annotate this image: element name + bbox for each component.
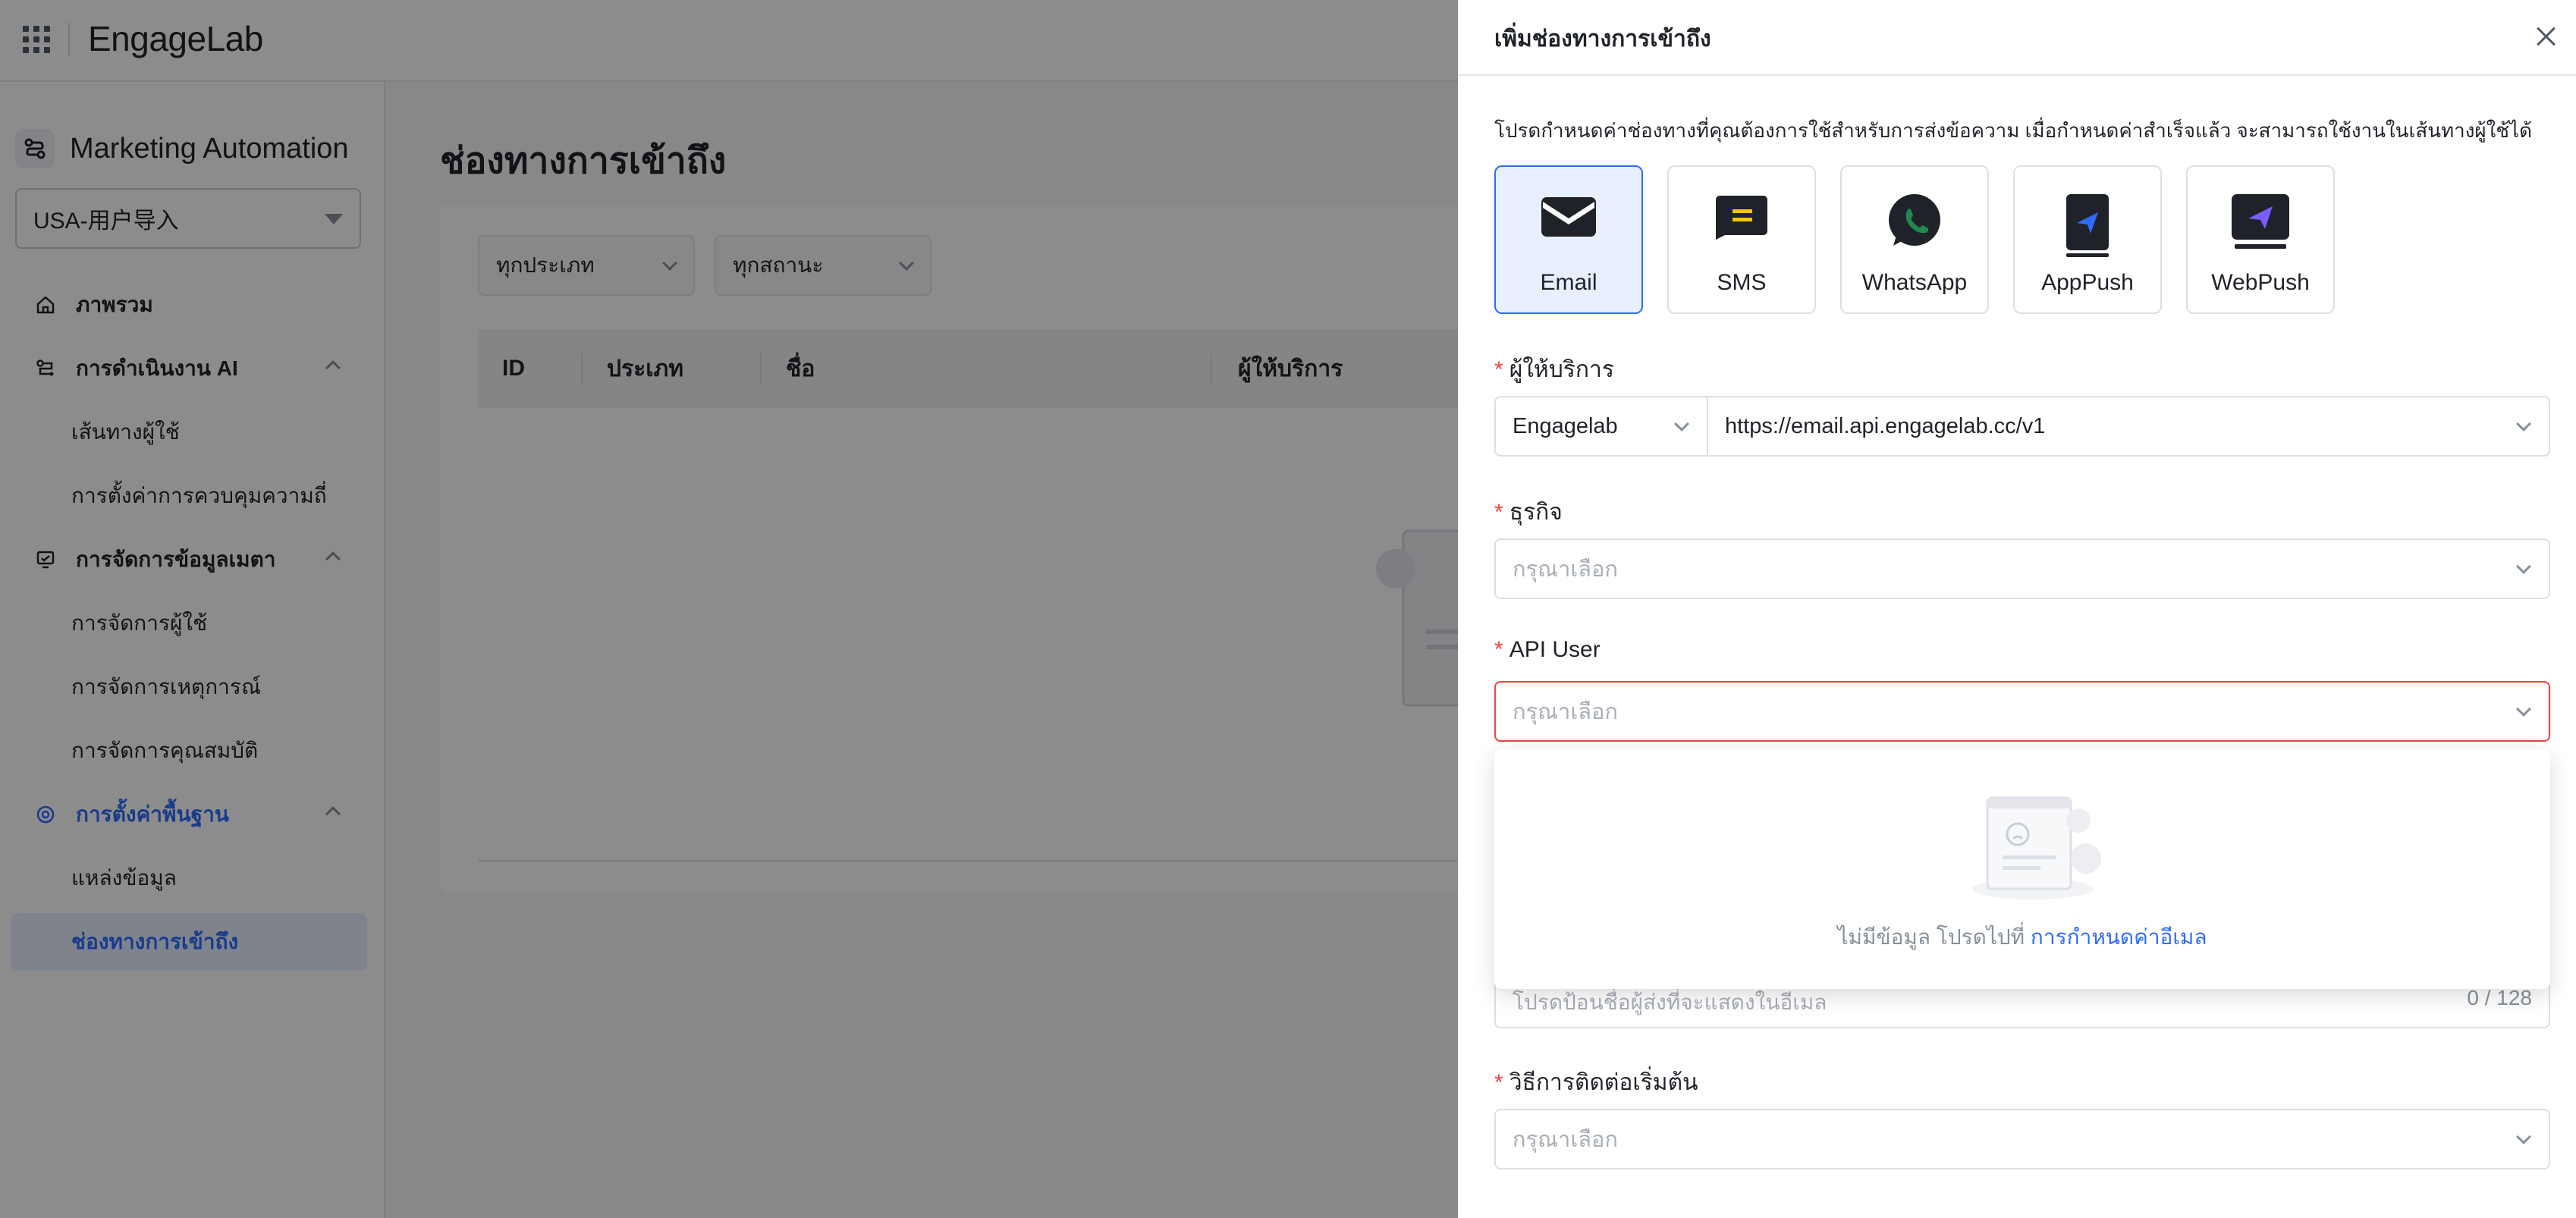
- modal-overlay[interactable]: [0, 0, 1458, 1218]
- initial-contact-label-text: วิธีการติดต่อเริ่มต้น: [1509, 1070, 1698, 1095]
- chevron-down-icon: [2516, 1129, 2531, 1144]
- business-label: * ธุรกิจ: [1494, 500, 1563, 525]
- initial-contact-select[interactable]: กรุณาเลือก: [1494, 1109, 2550, 1169]
- empty-state-message: ไม่มีข้อมูล โปรดไปที่ การกำหนดค่าอีเมล: [1494, 921, 2550, 954]
- chevron-down-icon: [2516, 559, 2531, 574]
- drawer-intro: โปรดกำหนดค่าช่องทางที่คุณต้องการใช้สำหรั…: [1494, 119, 2532, 142]
- endpoint-select-value: https://email.api.engagelab.cc/v1: [1725, 413, 2046, 438]
- chevron-down-icon: [2516, 416, 2531, 432]
- add-channel-drawer: เพิ่มช่องทางการเข้าถึง โปรดกำหนดค่าช่องท…: [1458, 0, 2576, 1218]
- drawer-title: เพิ่มช่องทางการเข้าถึง: [1494, 27, 1711, 52]
- drawer-header: เพิ่มช่องทางการเข้าถึง: [1458, 0, 2576, 76]
- channel-webpush[interactable]: WebPush: [2186, 165, 2335, 314]
- chevron-up-icon: [2516, 702, 2531, 717]
- provider-label-text: ผู้ให้บริการ: [1509, 357, 1614, 382]
- sms-icon: [1716, 196, 1767, 240]
- chevron-down-icon: [1674, 416, 1689, 432]
- email-config-link[interactable]: การกำหนดค่าอีเมล: [2031, 925, 2207, 949]
- empty-state-illustration: [1965, 790, 2101, 908]
- channel-email[interactable]: Email: [1494, 165, 1643, 314]
- api-user-dropdown: ไม่มีข้อมูล โปรดไปที่ การกำหนดค่าอีเมล: [1494, 749, 2550, 989]
- business-label-text: ธุรกิจ: [1509, 500, 1563, 525]
- sender-name-placeholder: โปรดป้อนชื่อผู้ส่งที่จะแสดงในอีเมล: [1513, 990, 1827, 1014]
- api-user-select[interactable]: กรุณาเลือก: [1494, 681, 2550, 742]
- channel-label: WebPush: [2211, 270, 2310, 295]
- api-user-label: * API User: [1494, 637, 1601, 662]
- api-user-label-text: API User: [1509, 637, 1601, 662]
- channel-label: SMS: [1717, 270, 1767, 295]
- app-push-icon: [2066, 194, 2109, 257]
- channel-label: Email: [1540, 270, 1597, 295]
- api-user-select-placeholder: กรุณาเลือก: [1513, 700, 1618, 724]
- channel-whatsapp[interactable]: WhatsApp: [1840, 165, 1989, 314]
- channel-label: WhatsApp: [1861, 270, 1968, 295]
- channel-sms[interactable]: SMS: [1667, 165, 1816, 314]
- initial-contact-label: * วิธีการติดต่อเริ่มต้น: [1494, 1070, 1698, 1095]
- character-counter: 0 / 128: [2467, 986, 2532, 1009]
- empty-state-text: ไม่มีข้อมูล โปรดไปที่: [1837, 925, 2025, 949]
- web-push-icon: [2232, 194, 2289, 249]
- provider-select-value: Engagelab: [1513, 413, 1618, 438]
- provider-select[interactable]: Engagelab: [1494, 396, 1708, 457]
- channel-picker: Email SMS WhatsApp AppPush WebPush: [1494, 165, 2335, 314]
- endpoint-select[interactable]: https://email.api.engagelab.cc/v1: [1707, 396, 2550, 457]
- business-select[interactable]: กรุณาเลือก: [1494, 538, 2550, 599]
- whatsapp-icon: [1889, 194, 1940, 246]
- channel-label: AppPush: [2041, 270, 2134, 295]
- business-select-placeholder: กรุณาเลือก: [1513, 557, 1618, 582]
- close-icon[interactable]: [2530, 21, 2561, 52]
- envelope-icon: [1541, 197, 1596, 237]
- channel-apppush[interactable]: AppPush: [2013, 165, 2162, 314]
- initial-contact-placeholder: กรุณาเลือก: [1513, 1128, 1618, 1152]
- provider-label: * ผู้ให้บริการ: [1494, 357, 1614, 382]
